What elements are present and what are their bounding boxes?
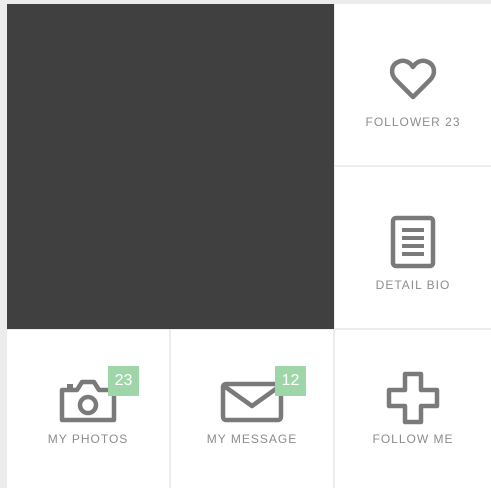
follower-label: FOLLOWER 23 bbox=[365, 115, 461, 129]
photos-count-badge: 23 bbox=[108, 366, 139, 396]
detail-bio-tile[interactable]: DETAIL BIO bbox=[335, 167, 491, 328]
follow-me-label: FOLLOW ME bbox=[372, 432, 454, 446]
plus-icon bbox=[386, 371, 440, 425]
follow-me-tile[interactable]: FOLLOW ME bbox=[335, 330, 491, 488]
follower-tile[interactable]: FOLLOWER 23 bbox=[335, 4, 491, 165]
my-photos-label: MY PHOTOS bbox=[47, 432, 129, 446]
my-photos-tile[interactable]: 23 MY PHOTOS bbox=[7, 330, 169, 488]
message-count-badge: 12 bbox=[275, 366, 306, 396]
heart-icon bbox=[389, 58, 437, 100]
profile-grid: FOLLOWER 23 DETAIL BIO 23 MY PHOTOS 12 M… bbox=[0, 0, 491, 488]
detail-bio-label: DETAIL BIO bbox=[375, 278, 451, 292]
my-message-tile[interactable]: 12 MY MESSAGE bbox=[171, 330, 333, 488]
my-message-label: MY MESSAGE bbox=[206, 432, 298, 446]
document-icon bbox=[390, 215, 436, 269]
profile-cover-image bbox=[7, 4, 334, 329]
